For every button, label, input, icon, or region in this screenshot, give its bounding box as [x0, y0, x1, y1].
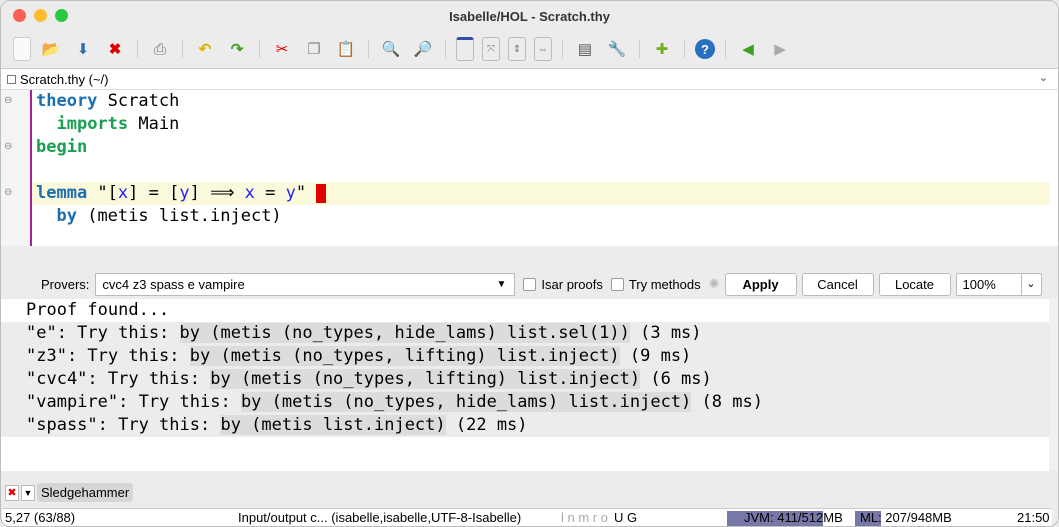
result-line: "spass": Try this: by (metis list.inject… [1, 414, 1049, 437]
forward-icon[interactable]: ▶ [768, 37, 792, 61]
zoom-window-button[interactable] [55, 9, 68, 22]
jvm-memory-indicator[interactable]: JVM: 411/512MB [727, 509, 847, 526]
zoom-select[interactable]: 100% ⌄ [955, 272, 1042, 296]
editor-gutter: ⊖ ⊖ ⊖ [1, 90, 32, 246]
result-line: "vampire": Try this: by (metis (no_types… [1, 391, 1049, 414]
app-window: Isabelle/HOL - Scratch.thy 📂 ⬇ ✖ ⎙ ↶ ↷ ✂… [0, 0, 1059, 527]
provers-input[interactable]: cvc4 z3 spass e vampire ▼ [95, 272, 516, 296]
buffer-name: Scratch.thy (~/) [20, 71, 109, 87]
open-file-icon[interactable]: 📂 [39, 37, 63, 61]
copy-icon[interactable]: ❐ [302, 37, 326, 61]
cancel-button[interactable]: Cancel [801, 272, 874, 296]
window-title: Isabelle/HOL - Scratch.thy [449, 8, 610, 24]
unsplit-icon[interactable]: ⤧ [482, 37, 500, 61]
tab-sledgehammer[interactable]: Sledgehammer [37, 483, 134, 502]
isar-proofs-checkbox[interactable]: Isar proofs [523, 277, 603, 292]
proof-command-link[interactable]: by (metis (no_types, lifting) list.injec… [189, 346, 620, 366]
fold-icon[interactable]: ⊖ [4, 141, 12, 152]
fold-icon[interactable]: ⊖ [4, 187, 12, 198]
new-file-icon[interactable] [13, 37, 31, 61]
close-dock-icon[interactable]: ✖ [5, 484, 19, 501]
buffer-options-icon[interactable]: ▤ [573, 37, 597, 61]
split-vertical-icon[interactable]: ⇔ [534, 37, 552, 61]
fold-icon[interactable]: ⊖ [4, 95, 12, 106]
close-file-icon[interactable]: ✖ [103, 37, 127, 61]
output-panel[interactable]: Proof found... "e": Try this: by (metis … [1, 299, 1058, 471]
status-bar: 5,27 (63/88) Input/output c... (isabelle… [2, 508, 1052, 526]
code-line: by (metis list.inject) [56, 206, 282, 226]
dock-menu-icon[interactable]: ▼ [21, 484, 35, 501]
clock: 21:50 [1017, 510, 1050, 525]
back-icon[interactable]: ◀ [736, 37, 760, 61]
result-line: "e": Try this: by (metis (no_types, hide… [1, 322, 1049, 345]
save-file-icon[interactable]: ⬇ [71, 37, 95, 61]
spinner-icon: ✺ [708, 276, 720, 291]
buffer-mode[interactable]: Input/output c... (isabelle,isabelle,UTF… [238, 509, 521, 526]
plugin-manager-icon[interactable]: ✚ [650, 37, 674, 61]
error-marker [316, 183, 327, 203]
toolbar: 📂 ⬇ ✖ ⎙ ↶ ↷ ✂ ❐ 📋 🔍 🔎 ⤧ ⇕ ⇔ ▤ 🔧 ✚ ? ◀ ▶ [1, 31, 1058, 67]
caret-position: 5,27 (63/88) [5, 510, 76, 525]
dock-bar: ✖ ▼ Sledgehammer [5, 483, 134, 502]
text-editor[interactable]: ⊖ ⊖ ⊖ theory Scratch imports Main begin … [1, 90, 1058, 246]
code-line: theory Scratch [36, 91, 180, 111]
code-line: imports Main [56, 114, 180, 134]
print-icon[interactable]: ⎙ [148, 37, 172, 61]
code-line-current: lemma "[x] = [y] ⟹ x = y" [32, 182, 1050, 205]
proof-command-link[interactable]: by (metis (no_types, hide_lams) list.sel… [179, 323, 630, 343]
buffer-selector[interactable]: Scratch.thy (~/) ⌄ [1, 68, 1058, 90]
undo-icon[interactable]: ↶ [193, 37, 217, 61]
result-line: "cvc4": Try this: by (metis (no_types, l… [1, 368, 1049, 391]
help-icon[interactable]: ? [695, 39, 715, 59]
code-area[interactable]: theory Scratch imports Main begin lemma … [32, 90, 1050, 228]
provers-label: Provers: [41, 276, 90, 292]
sledgehammer-controls: Provers: cvc4 z3 spass e vampire ▼ Isar p… [1, 269, 1058, 299]
new-view-icon[interactable] [456, 37, 474, 61]
paste-icon[interactable]: 📋 [334, 37, 358, 61]
proof-command-link[interactable]: by (metis list.inject) [220, 415, 446, 435]
split-horizontal-icon[interactable]: ⇕ [508, 37, 526, 61]
ml-memory-indicator[interactable]: ML: 207/948MB [855, 509, 975, 526]
dropdown-arrow-icon: ▼ [496, 278, 507, 290]
try-methods-checkbox[interactable]: Try methods [610, 277, 701, 292]
status-flags-dim: l n m r o [561, 510, 608, 525]
title-bar: Isabelle/HOL - Scratch.thy [1, 1, 1058, 31]
proof-command-link[interactable]: by (metis (no_types, hide_lams) list.inj… [240, 392, 692, 412]
buffer-checkbox[interactable] [7, 74, 16, 84]
cut-icon[interactable]: ✂ [270, 37, 294, 61]
global-options-icon[interactable]: 🔧 [605, 37, 629, 61]
code-line: begin [36, 137, 88, 157]
result-line: "z3": Try this: by (metis (no_types, lif… [1, 345, 1049, 368]
locate-button[interactable]: Locate [878, 272, 951, 296]
find-replace-icon[interactable]: 🔎 [411, 37, 435, 61]
find-icon[interactable]: 🔍 [379, 37, 403, 61]
output-header: Proof found... [1, 299, 1049, 322]
close-window-button[interactable] [13, 9, 26, 22]
minimize-window-button[interactable] [34, 9, 47, 22]
redo-icon[interactable]: ↷ [225, 37, 249, 61]
proof-command-link[interactable]: by (metis (no_types, lifting) list.injec… [210, 369, 641, 389]
apply-button[interactable]: Apply [724, 272, 797, 296]
status-flags: U G [614, 510, 638, 525]
chevron-down-icon[interactable]: ⌄ [1039, 71, 1048, 84]
